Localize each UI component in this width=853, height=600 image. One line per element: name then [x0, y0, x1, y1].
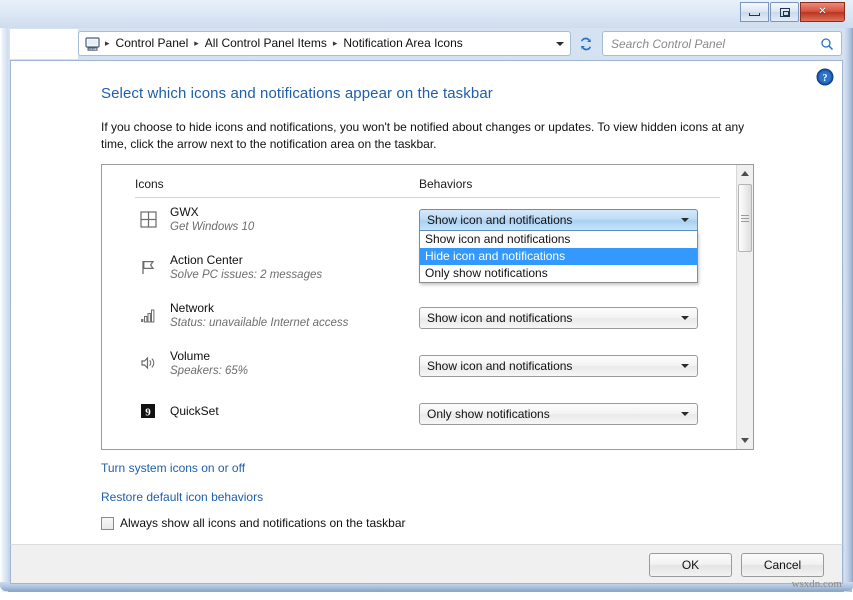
search-icon [820, 37, 834, 51]
breadcrumb-notification-area-icons[interactable]: Notification Area Icons [340, 32, 465, 55]
title-bar: × [0, 0, 853, 28]
page-title: Select which icons and notifications app… [101, 85, 493, 102]
behavior-dropdown-volume[interactable]: Show icon and notifications [419, 355, 698, 377]
ok-button[interactable]: OK [649, 553, 732, 577]
window-frame-left [0, 0, 8, 592]
speaker-icon [138, 353, 158, 373]
behavior-value: Show icon and notifications [427, 359, 675, 373]
navigation-toolbar: ▸ Control Panel ▸ All Control Panel Item… [0, 28, 853, 60]
chevron-down-icon[interactable] [550, 32, 570, 55]
row-name: Action Center [170, 253, 243, 267]
caret-shape [556, 42, 564, 46]
flag-icon [138, 257, 158, 277]
svg-text:?: ? [823, 73, 828, 84]
dropdown-option-only-notifications[interactable]: Only show notifications [420, 265, 697, 282]
window-controls: × [739, 2, 845, 22]
row-name: Network [170, 301, 214, 315]
row-name: Volume [170, 349, 210, 363]
behavior-value: Show icon and notifications [427, 311, 675, 325]
always-show-label: Always show all icons and notifications … [120, 516, 406, 530]
breadcrumb-all-control-panel-items[interactable]: All Control Panel Items [202, 32, 330, 55]
dropdown-option-hide[interactable]: Hide icon and notifications [420, 248, 697, 265]
caret-shape [681, 218, 689, 222]
window-frame-right [844, 0, 852, 592]
breadcrumb-separator: ▸ [102, 32, 113, 55]
chevron-down-icon[interactable] [675, 308, 695, 328]
chevron-down-icon[interactable] [675, 210, 695, 230]
scroll-down-arrow[interactable] [737, 432, 753, 449]
triangle-down-shape [741, 438, 749, 443]
row-name: GWX [170, 205, 199, 219]
svg-text:9: 9 [145, 407, 151, 419]
restore-icon [780, 8, 790, 17]
behavior-value: Show icon and notifications [427, 213, 675, 227]
close-button[interactable]: × [800, 2, 845, 22]
content-pane: ? Select which icons and notifications a… [10, 60, 843, 544]
row-status: Speakers: 65% [170, 365, 248, 377]
back-forward-button-area[interactable] [10, 29, 78, 59]
windows-logo-icon [138, 209, 158, 229]
behavior-dropdown-options[interactable]: Show icon and notifications Hide icon an… [419, 231, 698, 283]
column-header-behaviors: Behaviors [419, 177, 472, 191]
dialog-footer: OK Cancel [10, 544, 843, 584]
row-status: Get Windows 10 [170, 221, 254, 233]
always-show-checkbox-row[interactable]: Always show all icons and notifications … [101, 516, 406, 530]
row-name: QuickSet [170, 404, 219, 418]
scroll-up-arrow[interactable] [737, 165, 753, 182]
cancel-button[interactable]: Cancel [741, 553, 824, 577]
caret-shape [681, 316, 689, 320]
breadcrumb-control-panel[interactable]: Control Panel [113, 32, 192, 55]
search-box[interactable]: Search Control Panel [602, 31, 842, 56]
chevron-down-icon[interactable] [675, 404, 695, 424]
refresh-button[interactable] [574, 31, 598, 56]
help-icon[interactable]: ? [816, 68, 834, 86]
computer-icon [85, 37, 100, 51]
restore-button[interactable] [770, 2, 799, 22]
breadcrumb-separator: ▸ [330, 32, 341, 55]
behavior-value: Only show notifications [427, 407, 675, 421]
control-panel-window: × ▸ Co [0, 0, 853, 592]
network-signal-icon [138, 305, 158, 325]
table-row: 9 QuickSet Only show notifications [102, 391, 753, 439]
caret-shape [681, 364, 689, 368]
minimize-button[interactable] [740, 2, 769, 22]
row-status: Solve PC issues: 2 messages [170, 269, 322, 281]
close-icon: × [819, 5, 827, 19]
page-description: If you choose to hide icons and notifica… [101, 119, 766, 153]
chevron-down-icon[interactable] [675, 356, 695, 376]
column-header-icons: Icons [135, 177, 164, 191]
desktop-background: × ▸ Co [0, 0, 853, 600]
table-row: Volume Speakers: 65% Show icon and notif… [102, 343, 753, 391]
dropdown-option-show[interactable]: Show icon and notifications [420, 231, 697, 248]
behavior-dropdown-network[interactable]: Show icon and notifications [419, 307, 698, 329]
behavior-dropdown-gwx[interactable]: Show icon and notifications [419, 209, 698, 231]
table-row: Network Status: unavailable Internet acc… [102, 295, 753, 343]
address-bar[interactable]: ▸ Control Panel ▸ All Control Panel Item… [78, 31, 571, 56]
quickset-icon: 9 [138, 401, 158, 421]
list-scrollbar[interactable] [736, 165, 753, 449]
minimize-icon [749, 13, 760, 16]
icons-list: Icons Behaviors GWX Get Windows 10 [101, 164, 754, 450]
header-divider [135, 197, 720, 198]
row-status: Status: unavailable Internet access [170, 317, 348, 329]
always-show-checkbox[interactable] [101, 517, 114, 530]
triangle-up-shape [741, 171, 749, 176]
behavior-dropdown-quickset[interactable]: Only show notifications [419, 403, 698, 425]
link-restore-defaults[interactable]: Restore default icon behaviors [101, 490, 263, 504]
scrollbar-thumb[interactable] [738, 184, 752, 252]
grip-lines-icon [741, 213, 749, 224]
breadcrumb-separator: ▸ [191, 32, 202, 55]
caret-shape [681, 412, 689, 416]
search-input[interactable]: Search Control Panel [611, 37, 820, 51]
watermark: wsxdn.com [792, 578, 842, 590]
list-header: Icons Behaviors [102, 165, 753, 199]
link-turn-system-icons[interactable]: Turn system icons on or off [101, 461, 245, 475]
